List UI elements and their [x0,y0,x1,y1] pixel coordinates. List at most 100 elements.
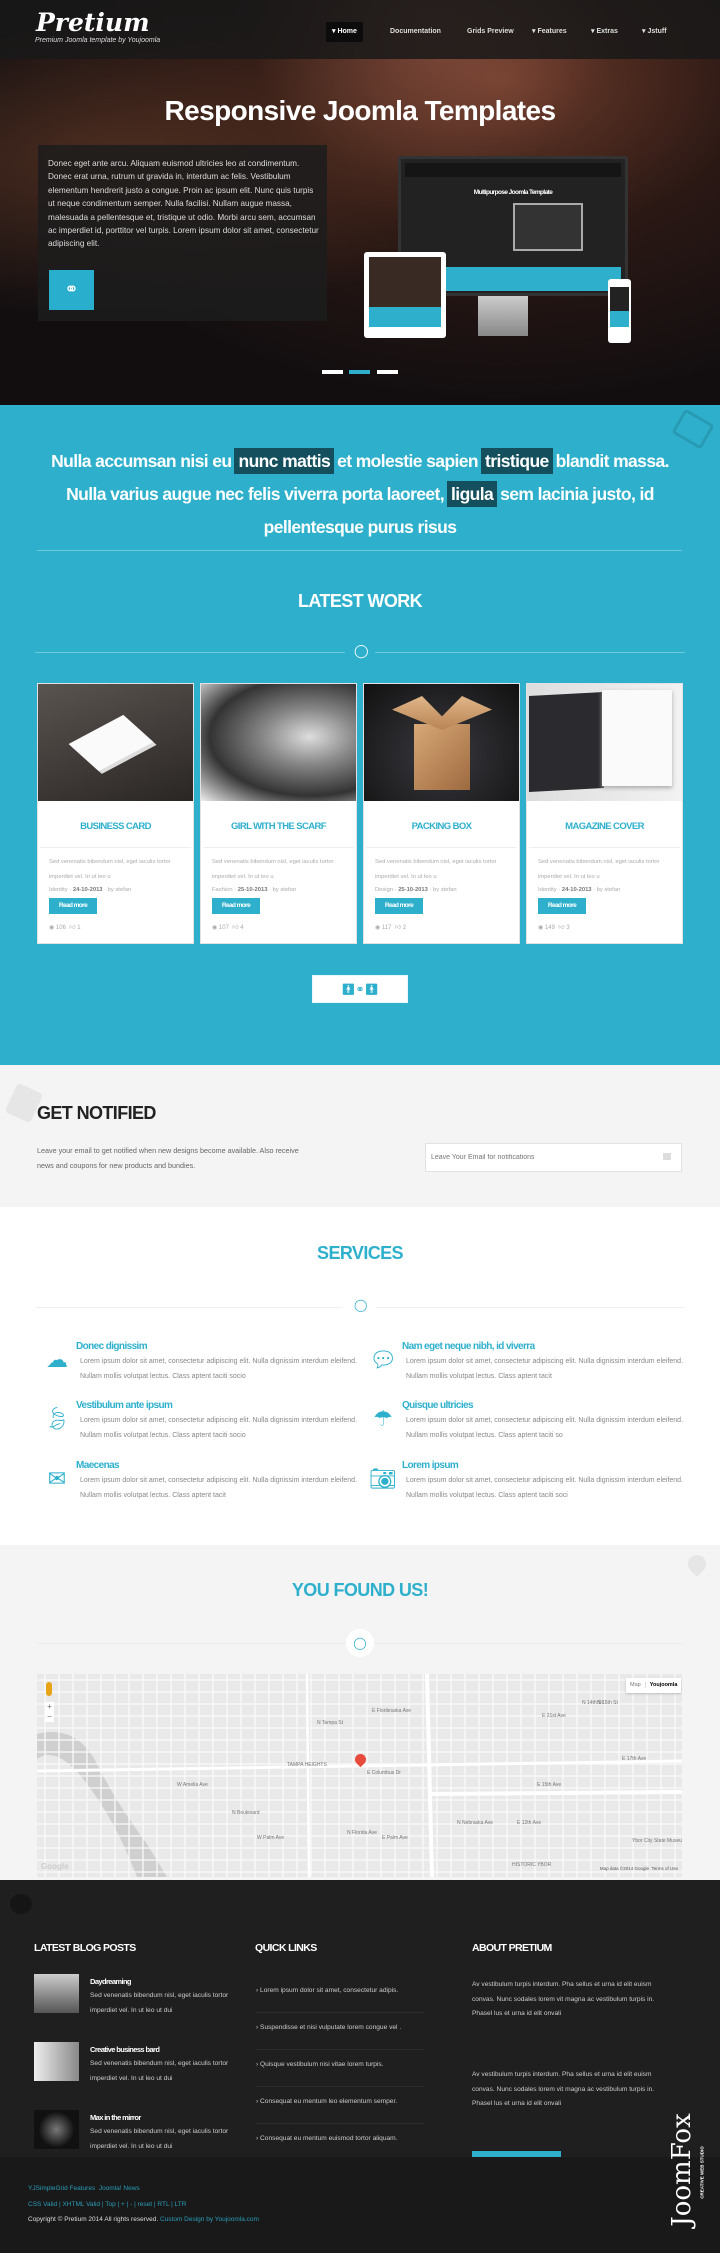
quick-link[interactable]: › Quisque vestibulum nisi vitae lorem tu… [256,2050,424,2087]
google-map[interactable]: E Floribraska Ave TAMPA HEIGHTS E Columbus… [37,1674,682,1877]
envelope-icon[interactable] [663,1153,671,1160]
footer-heading: LATEST BLOG POSTS [34,1942,136,1954]
thumbs-up-icon[interactable]: 👍︎ [232,925,238,931]
speech-bubble-icon [10,1894,32,1914]
blog-title[interactable]: Max in the mirror [90,2113,141,2122]
nav-features[interactable]: ▾ Features [526,22,573,42]
slide-dot-2-active[interactable] [349,370,370,374]
nav-label: Features [537,28,567,35]
joomfox-logo: JoomFox CREATIVE WEB STUDIO [662,2100,705,2250]
card-image-business-card[interactable] [38,684,193,801]
lightbulb-icon: ◯ [346,1629,374,1657]
map-streets[interactable]: E Floribraska Ave TAMPA HEIGHTS E Columbus… [37,1674,682,1877]
footer-bottom: YJSimpleGrid Features Joomla! News CSS V… [0,2157,720,2253]
services-section: SERVICES ◯ ☁ Donec dignissim Lorem ipsum d… [0,1207,720,1545]
footer-link[interactable]: XHTML Valid [62,2201,100,2208]
eye-icon: ◉ [212,925,218,931]
author: by stefan [433,887,457,893]
nav-grids-preview[interactable]: Grids Preview [461,22,520,42]
map-type-control[interactable]: Map Youjoomla [626,1678,682,1693]
thumbs-up-icon[interactable]: 👍︎ [558,925,564,931]
card-image-magazine[interactable] [527,684,682,801]
quick-link[interactable]: › Suspendisse et nisi vulputate lorem co… [256,2013,424,2050]
category: Fashion [212,887,233,893]
lightbulb-icon: ◯ [354,1298,368,1312]
service-text: Lorem ipsum dolor sit amet, consectetur … [80,1417,358,1439]
more-work-button[interactable]: 🚹︎⚭🚹︎ [312,975,408,1003]
footer-link[interactable]: YJSimpleGrid Features [28,2185,95,2192]
device-title: Multipurpose Joomla Template [473,189,553,196]
quick-link[interactable]: › Lorem ipsum dolor sit amet, consectetu… [256,1976,424,2013]
footer-link[interactable]: Joomla! News [99,2185,140,2192]
card-image-girl[interactable] [201,684,356,801]
footer-link[interactable]: reset [138,2201,152,2208]
copyright: Copyright © Pretium 2014 All rights rese… [28,2216,259,2223]
nav-jstuff[interactable]: ▾ Jstuff [636,22,673,42]
credit-link[interactable]: Custom Design by Youjoomla.com [160,2216,259,2223]
map-label: HISTORIC YBOR [512,1862,552,1868]
footer-link[interactable]: CSS Valid [28,2201,57,2208]
quote-highlight: ligula [447,481,498,507]
map-label: Ybor City State Museum [632,1838,682,1844]
blog-thumb[interactable] [34,1974,79,2013]
quick-link[interactable]: › Consequat eu mentum leo elementum semp… [256,2087,424,2124]
quote-text: Nulla accumsan nisi eu [51,451,232,471]
zoom-control[interactable]: + − [45,1702,54,1722]
map-type-map[interactable]: Map [626,1682,645,1688]
likes: 3 [566,925,570,931]
footer-heading: ABOUT PRETIUM [472,1942,552,1954]
thumbs-up-icon[interactable]: 👍︎ [69,925,75,931]
slide-dot-1[interactable] [322,370,343,374]
thumbs-up-icon[interactable]: 👍︎ [395,925,401,931]
divider [366,847,517,848]
read-more-button[interactable]: Read more [375,898,423,914]
email-input[interactable] [426,1144,646,1171]
eye-icon: ◉ [375,925,381,931]
street-view-pegman[interactable] [46,1682,52,1696]
date: 25-10-2013 [237,887,268,893]
slide-dot-3[interactable] [377,370,398,374]
card-title[interactable]: BUSINESS CARD [38,821,193,832]
work-card: BUSINESS CARD Sed venenatis bibendum nis… [37,683,194,944]
about-text: Av vestibulum turpis interdum. Pha sellu… [472,2071,655,2107]
card-title[interactable]: MAGAZINE COVER [527,821,682,832]
logo[interactable]: Pretium [36,8,150,37]
footer-link[interactable]: + [121,2201,125,2208]
footer-link[interactable]: LTR [175,2201,187,2208]
card-title[interactable]: PACKING BOX [364,821,519,832]
quick-link-label: Lorem ipsum dolor sit amet, consectetur … [260,1987,399,1994]
map-type-youjoomla[interactable]: Youjoomla [644,1682,682,1688]
blog-title[interactable]: Daydreaming [90,1977,132,1986]
card-stats: ◉ 106 👍︎ 1 [49,923,81,931]
lightbulb-icon: ◯ [354,643,369,658]
read-more-button[interactable]: Read more [49,898,97,914]
blog-thumb[interactable] [34,2110,79,2149]
card-desc: Sed venenatis bibendum nisl, eget iaculi… [212,859,334,880]
read-more-button[interactable]: Read more [538,898,586,914]
card-title[interactable]: GIRL WITH THE SCARF [201,821,356,832]
blog-title[interactable]: Creative business bard [90,2045,160,2054]
email-field[interactable] [425,1143,682,1172]
nav-documentation[interactable]: Documentation [384,22,447,42]
footer: LATEST BLOG POSTS QUICK LINKS ABOUT PRET… [0,1880,720,2177]
phone [608,279,631,343]
footer-link[interactable]: - [130,2201,132,2208]
hero-text: Donec eget ante arcu. Aliquam euismod ul… [48,159,319,249]
terms-link[interactable]: Terms of Use [651,1866,678,1871]
divider [37,550,682,551]
copyright-text: Copyright © Pretium 2014 All rights rese… [28,2216,159,2223]
service-text: Lorem ipsum dolor sit amet, consectetur … [80,1477,358,1499]
divider [375,652,685,653]
read-more-button[interactable]: Read more [212,898,260,914]
footer-link[interactable]: RTL [157,2201,169,2208]
footer-link[interactable]: Top [105,2201,115,2208]
card-image-packing-box[interactable] [364,684,519,801]
hero-link-button[interactable]: ⚭ [49,270,94,310]
quick-link[interactable]: › Consequat eu mentum euismod tortor ali… [256,2124,424,2161]
divider [40,847,191,848]
eye-icon: ◉ [538,925,544,931]
blog-thumb[interactable] [34,2042,79,2081]
nav-home[interactable]: ▾ Home [326,22,363,42]
author: by stefan [107,887,132,893]
nav-extras[interactable]: ▾ Extras [585,22,624,42]
